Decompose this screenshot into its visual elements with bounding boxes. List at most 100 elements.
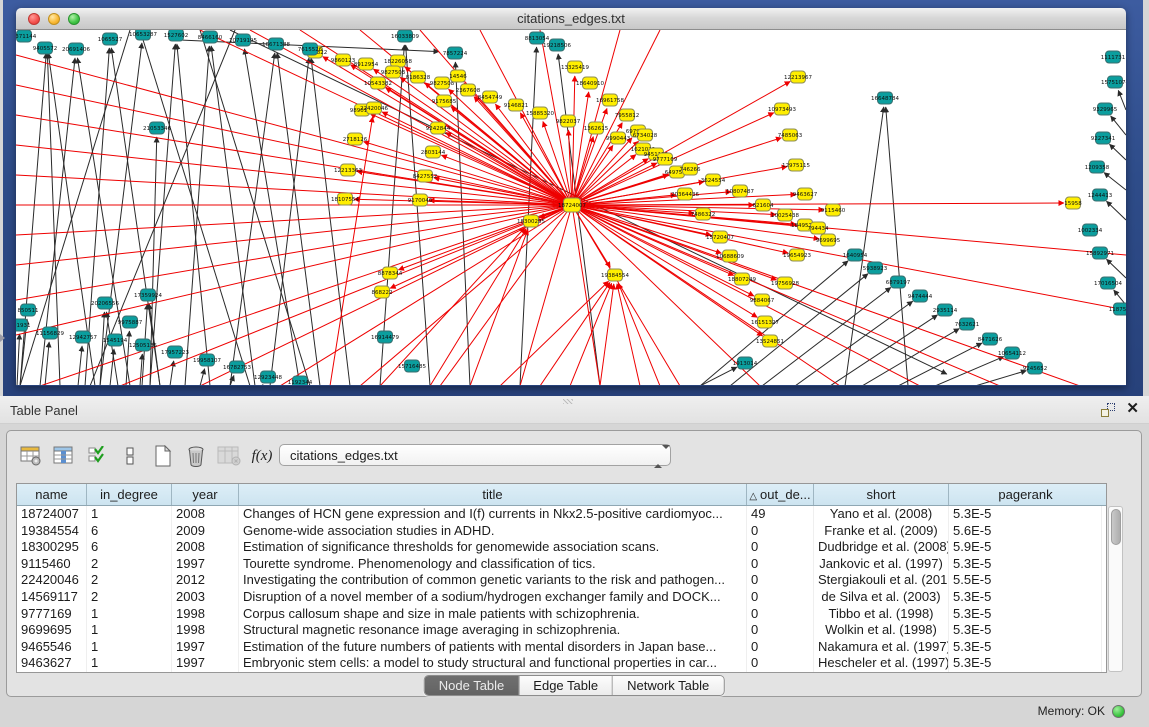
graph-edge-black[interactable]: [845, 107, 884, 385]
table-cell[interactable]: 2008: [172, 506, 239, 523]
table-cell[interactable]: Tourette syndrome. Phenomenology and cla…: [239, 556, 747, 573]
select-columns-icon[interactable]: [85, 444, 109, 468]
table-cell[interactable]: 0: [747, 589, 814, 606]
table-cell[interactable]: 5.3E-5: [949, 556, 1102, 573]
tab-node-table[interactable]: Node Table: [425, 676, 520, 695]
graph-edge-red[interactable]: [540, 282, 610, 385]
graph-edge-red[interactable]: [572, 205, 600, 385]
graph-edge-red[interactable]: [16, 205, 572, 265]
table-cell[interactable]: 18300295: [17, 539, 87, 556]
graph-edge-black[interactable]: [311, 58, 350, 385]
graph-edge-black[interactable]: [150, 44, 175, 385]
table-cell[interactable]: Estimation of significance thresholds fo…: [239, 539, 747, 556]
network-window-titlebar[interactable]: citations_edges.txt: [16, 8, 1126, 30]
table-cell[interactable]: 9115460: [17, 556, 87, 573]
column-header-year[interactable]: year: [172, 484, 239, 505]
panel-collapse-arrow-icon[interactable]: [0, 334, 5, 342]
table-cell[interactable]: Hescheler et al. (1997): [814, 655, 949, 672]
table-cell[interactable]: 2003: [172, 589, 239, 606]
table-cell[interactable]: 19384554: [17, 523, 87, 540]
table-scrollbar-thumb[interactable]: [1111, 509, 1121, 545]
graph-edge-black[interactable]: [1106, 259, 1126, 278]
graph-edge-black[interactable]: [90, 30, 235, 385]
table-cell[interactable]: Estimation of the future numbers of pati…: [239, 639, 747, 656]
table-cell[interactable]: 9777169: [17, 606, 87, 623]
table-cell[interactable]: 9463627: [17, 655, 87, 672]
graph-edge-black[interactable]: [106, 312, 118, 385]
table-cell[interactable]: 1: [87, 506, 172, 523]
table-cell[interactable]: 1: [87, 606, 172, 623]
table-cell[interactable]: Changes of HCN gene expression and I(f) …: [239, 506, 747, 523]
function-builder-icon[interactable]: f(x): [250, 444, 274, 468]
column-header-short[interactable]: short: [814, 484, 949, 505]
table-settings-icon[interactable]: [19, 444, 43, 468]
table-cell[interactable]: 6: [87, 539, 172, 556]
table-cell[interactable]: 9699695: [17, 622, 87, 639]
graph-edge-red[interactable]: [16, 205, 572, 235]
delete-table-icon[interactable]: [184, 444, 208, 468]
table-cell[interactable]: 0: [747, 572, 814, 589]
graph-edge-black[interactable]: [1110, 144, 1126, 160]
browse-table-icon[interactable]: [52, 444, 76, 468]
table-cell[interactable]: 5.3E-5: [949, 622, 1102, 639]
table-cell[interactable]: 5.5E-5: [949, 572, 1102, 589]
graph-edge-red[interactable]: [370, 114, 572, 205]
graph-edge-black[interactable]: [898, 343, 982, 385]
graph-edge-black[interactable]: [1118, 90, 1126, 110]
column-header-pagerank[interactable]: pagerank: [949, 484, 1102, 505]
table-cell[interactable]: 6: [87, 523, 172, 540]
graph-edge-red[interactable]: [451, 107, 572, 205]
table-select-dropdown[interactable]: citations_edges.txt: [279, 444, 671, 466]
table-cell[interactable]: Jankovic et al. (1997): [814, 556, 949, 573]
graph-edge-black[interactable]: [45, 342, 49, 385]
table-cell[interactable]: 0: [747, 639, 814, 656]
table-cell[interactable]: 14569117: [17, 589, 87, 606]
graph-edge-red[interactable]: [572, 205, 776, 215]
table-cell[interactable]: 2: [87, 556, 172, 573]
table-cell[interactable]: 1997: [172, 639, 239, 656]
table-cell[interactable]: 0: [747, 523, 814, 540]
table-cell[interactable]: 2009: [172, 523, 239, 540]
table-cell[interactable]: 5.3E-5: [949, 655, 1102, 672]
table-cell[interactable]: Stergiakouli et al. (2012): [814, 572, 949, 589]
create-table-icon[interactable]: [151, 444, 175, 468]
table-cell[interactable]: 1997: [172, 556, 239, 573]
table-scrollbar[interactable]: [1108, 506, 1123, 672]
table-cell[interactable]: de Silva et al. (2003): [814, 589, 949, 606]
table-cell[interactable]: Yano et al. (2008): [814, 506, 949, 523]
graph-edge-black[interactable]: [230, 53, 275, 385]
graph-edge-black[interactable]: [886, 107, 908, 385]
import-table-icon[interactable]: [217, 444, 241, 468]
graph-edge-black[interactable]: [1104, 173, 1126, 190]
table-cell[interactable]: Franke et al. (2009): [814, 523, 949, 540]
graph-edge-red[interactable]: [16, 205, 572, 335]
table-cell[interactable]: 1: [87, 622, 172, 639]
graph-edge-red[interactable]: [572, 203, 1064, 205]
table-cell[interactable]: 5.3E-5: [949, 606, 1102, 623]
graph-edge-red[interactable]: [40, 205, 572, 385]
graph-edge-red[interactable]: [16, 205, 572, 300]
table-cell[interactable]: Tibbo et al. (1998): [814, 606, 949, 623]
table-cell[interactable]: 1: [87, 639, 172, 656]
float-panel-icon[interactable]: [1101, 403, 1115, 417]
table-cell[interactable]: Genome-wide association studies in ADHD.: [239, 523, 747, 540]
table-cell[interactable]: 22420046: [17, 572, 87, 589]
table-cell[interactable]: 2: [87, 572, 172, 589]
graph-edge-black[interactable]: [110, 349, 114, 385]
graph-edge-black[interactable]: [1106, 201, 1126, 220]
table-cell[interactable]: 0: [747, 622, 814, 639]
table-cell[interactable]: 5.6E-5: [949, 523, 1102, 540]
close-panel-icon[interactable]: ✕: [1126, 400, 1139, 418]
table-cell[interactable]: 5.9E-5: [949, 539, 1102, 556]
column-header-out_de[interactable]: △out_de...: [747, 484, 814, 505]
table-cell[interactable]: 2: [87, 589, 172, 606]
table-cell[interactable]: 18724007: [17, 506, 87, 523]
graph-edge-red[interactable]: [440, 205, 572, 385]
divider-grip[interactable]: [563, 399, 573, 404]
graph-edge-black[interactable]: [200, 369, 205, 385]
graph-edge-red[interactable]: [618, 283, 660, 385]
table-cell[interactable]: Nakamura et al. (1997): [814, 639, 949, 656]
tab-edge-table[interactable]: Edge Table: [519, 676, 613, 695]
table-cell[interactable]: Disruption of a novel member of a sodium…: [239, 589, 747, 606]
graph-edge-black[interactable]: [17, 334, 20, 385]
